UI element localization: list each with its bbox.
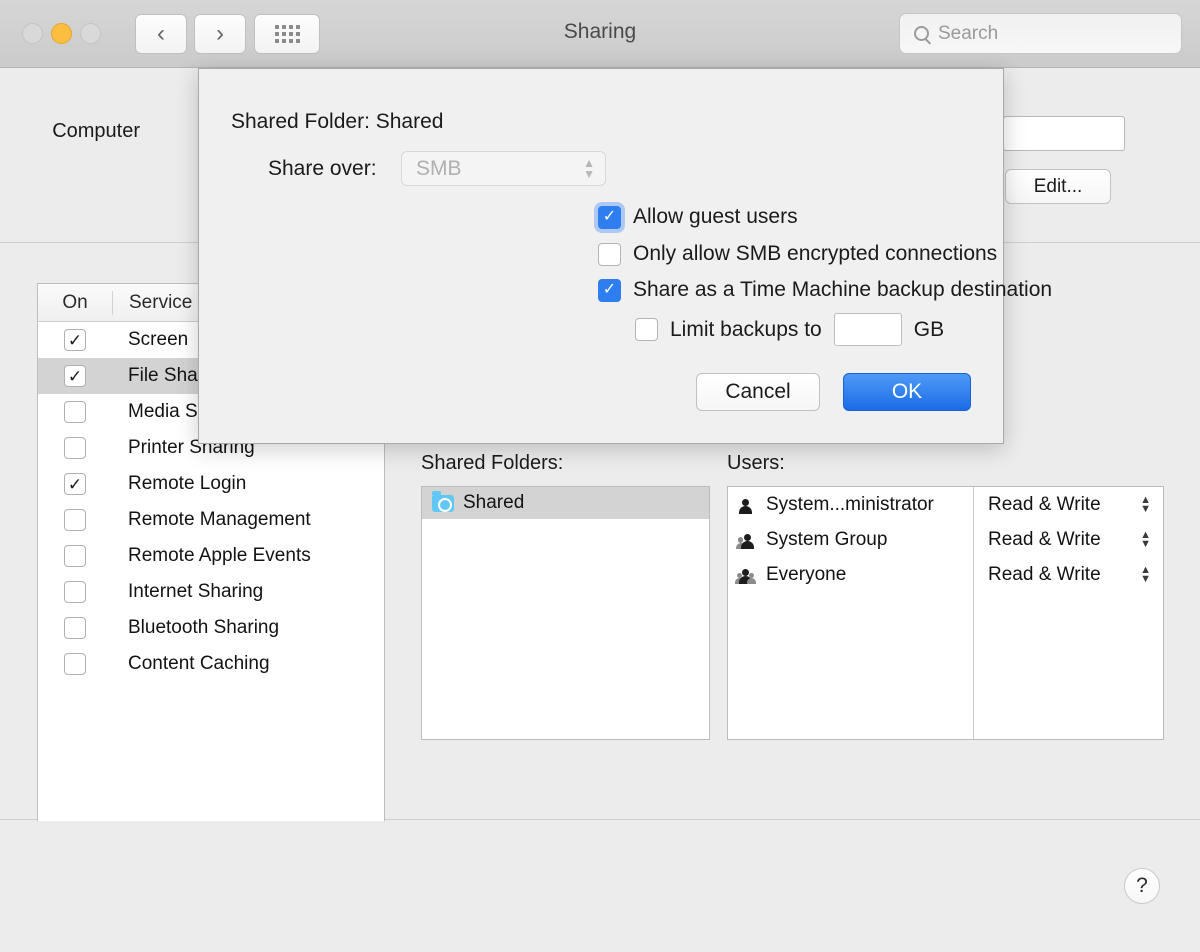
computer-name-input[interactable]: [1003, 116, 1125, 151]
limit-backups-label: Limit backups to: [670, 317, 822, 341]
title-bar: ‹ › Sharing Search: [0, 0, 1200, 68]
service-checkbox-cell: [38, 509, 112, 531]
users-name-column: System...ministrator System Group Everyone: [728, 487, 974, 739]
allow-guest-users-checkbox[interactable]: ✓: [598, 205, 621, 229]
service-label: File Sha: [128, 365, 198, 386]
service-checkbox-cell: ✓: [38, 473, 112, 495]
service-row[interactable]: Remote Apple Events: [38, 538, 384, 574]
user-name: Everyone: [766, 563, 847, 585]
users-permission-column: Read & Write ▲ ▼ Read & Write ▲ ▼ Read & Write…: [974, 487, 1163, 739]
service-checkbox-cell: [38, 437, 112, 459]
allow-guest-users-row[interactable]: ✓ Allow guest users: [598, 205, 798, 229]
user-permission-value: Read & Write: [988, 563, 1101, 585]
shared-folders-list[interactable]: Shared: [421, 486, 710, 740]
help-button[interactable]: ?: [1124, 868, 1160, 904]
time-machine-row[interactable]: ✓ Share as a Time Machine backup destina…: [598, 278, 1052, 302]
service-label: Remote Management: [128, 509, 311, 530]
ok-button[interactable]: OK: [843, 373, 971, 411]
service-row[interactable]: Internet Sharing: [38, 574, 384, 610]
service-enabled-checkbox[interactable]: [64, 401, 86, 423]
everyone-icon: [734, 566, 758, 584]
user-row[interactable]: System...ministrator: [728, 487, 973, 522]
user-name: System...ministrator: [766, 493, 934, 515]
service-checkbox-cell: ✓: [38, 329, 112, 351]
service-row[interactable]: Remote Management: [38, 502, 384, 538]
service-checkbox-cell: [38, 653, 112, 675]
service-enabled-checkbox[interactable]: ✓: [64, 365, 86, 387]
allow-guest-users-label: Allow guest users: [633, 205, 798, 228]
search-icon: [914, 26, 929, 41]
service-enabled-checkbox[interactable]: [64, 437, 86, 459]
service-label: Remote Apple Events: [128, 545, 311, 566]
service-label: Screen: [128, 329, 189, 350]
smb-encrypted-label: Only allow SMB encrypted connections: [633, 242, 998, 265]
time-machine-checkbox[interactable]: ✓: [598, 278, 621, 302]
smb-encrypted-row[interactable]: Only allow SMB encrypted connections: [598, 242, 997, 266]
service-label: Remote Login: [128, 473, 247, 494]
share-over-label: Share over:: [268, 157, 377, 180]
cancel-button[interactable]: Cancel: [696, 373, 820, 411]
user-permission-value: Read & Write: [988, 493, 1101, 515]
service-label: Internet Sharing: [128, 581, 264, 602]
service-enabled-checkbox[interactable]: ✓: [64, 473, 86, 495]
users-list[interactable]: System...ministrator System Group Everyone…: [727, 486, 1164, 740]
service-row[interactable]: Bluetooth Sharing: [38, 610, 384, 646]
smb-encrypted-checkbox[interactable]: [598, 242, 621, 266]
sharing-preferences-window: ‹ › Sharing Search Computer Edit... admi…: [0, 0, 1200, 952]
computer-name-label: Computer: [52, 120, 140, 142]
service-enabled-checkbox[interactable]: [64, 617, 86, 639]
service-checkbox-cell: [38, 617, 112, 639]
single-user-icon: [736, 496, 758, 514]
chevron-updown-icon: ▲ ▼: [1140, 494, 1151, 515]
user-permission-popup[interactable]: Read & Write ▲ ▼: [974, 487, 1163, 522]
shared-folder-name: Shared: [463, 492, 525, 513]
service-label: Media S: [128, 401, 198, 422]
edit-button[interactable]: Edit...: [1005, 169, 1111, 204]
gb-unit-label: GB: [913, 317, 945, 341]
service-checkbox-cell: [38, 401, 112, 423]
service-enabled-checkbox[interactable]: [64, 581, 86, 603]
service-enabled-checkbox[interactable]: ✓: [64, 329, 86, 351]
user-permission-popup[interactable]: Read & Write ▲ ▼: [974, 557, 1163, 592]
shared-folder-icon: [432, 490, 454, 512]
user-name: System Group: [766, 528, 888, 550]
service-label: Bluetooth Sharing: [128, 617, 280, 638]
user-row[interactable]: Everyone: [728, 557, 973, 592]
share-over-value: SMB: [416, 156, 462, 180]
shared-folder-row[interactable]: Shared: [422, 487, 709, 519]
shared-folders-label: Shared Folders:: [421, 452, 564, 474]
service-enabled-checkbox[interactable]: [64, 545, 86, 567]
dialog-shared-folder-title: Shared Folder: Shared: [231, 110, 444, 133]
limit-backups-input[interactable]: [833, 313, 902, 346]
column-header-on: On: [62, 291, 88, 313]
service-checkbox-cell: ✓: [38, 365, 112, 387]
search-placeholder: Search: [938, 22, 999, 44]
chevron-updown-icon: ▲ ▼: [583, 155, 595, 181]
search-field[interactable]: Search: [899, 13, 1182, 54]
time-machine-label: Share as a Time Machine backup destinati…: [633, 278, 1053, 301]
users-label: Users:: [727, 452, 785, 474]
shared-folder-options-dialog: Shared Folder: Shared Share over: SMB ▲ ▼…: [198, 68, 1052, 444]
service-row[interactable]: ✓ Remote Login: [38, 466, 384, 502]
limit-backups-row[interactable]: Limit backups to GB: [635, 313, 944, 346]
column-header-service: Service: [129, 291, 193, 313]
service-enabled-checkbox[interactable]: [64, 509, 86, 531]
service-enabled-checkbox[interactable]: [64, 653, 86, 675]
service-label: Content Caching: [128, 653, 270, 674]
service-checkbox-cell: [38, 581, 112, 603]
user-row[interactable]: System Group: [728, 522, 973, 557]
shared-folders-rows: Shared: [422, 487, 709, 519]
user-permission-popup[interactable]: Read & Write ▲ ▼: [974, 522, 1163, 557]
chevron-updown-icon: ▲ ▼: [1140, 564, 1151, 585]
chevron-updown-icon: ▲ ▼: [1140, 529, 1151, 550]
service-checkbox-cell: [38, 545, 112, 567]
footer-bar: [0, 821, 1200, 952]
service-row[interactable]: Content Caching: [38, 646, 384, 682]
share-over-popup[interactable]: SMB ▲ ▼: [401, 151, 606, 186]
user-group-icon: [735, 531, 758, 549]
user-permission-value: Read & Write: [988, 528, 1101, 550]
limit-backups-checkbox[interactable]: [635, 318, 658, 341]
